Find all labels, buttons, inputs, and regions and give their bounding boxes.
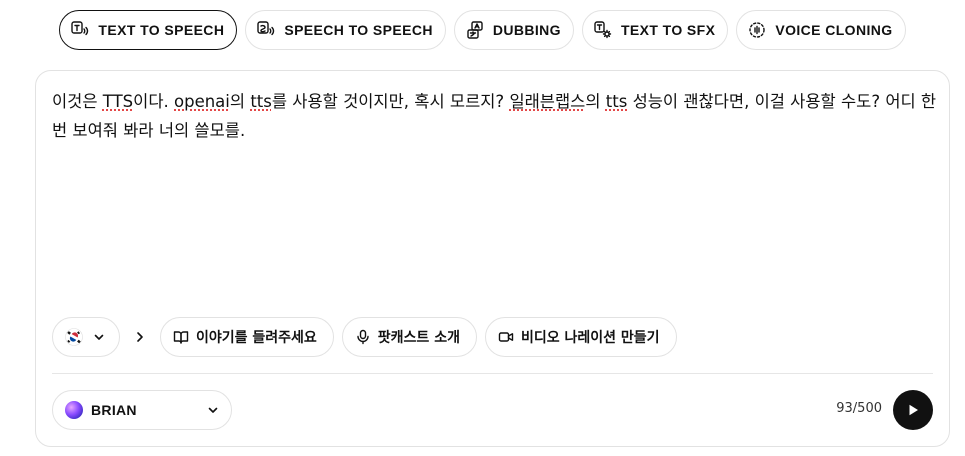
chevron-down-icon <box>94 334 104 340</box>
suggestion-bar: 이야기를 들려주세요 팟캐스트 소개 비디오 나레이션 만들기 <box>52 317 677 357</box>
text-input-area[interactable]: 이것은 TTS이다. openai의 tts를 사용할 것이지만, 혹시 모르지… <box>52 87 937 145</box>
voice-avatar <box>65 401 83 419</box>
tab-label: TEXT TO SPEECH <box>98 22 225 38</box>
text-segment: 를 사용할 것이지만, 혹시 모르지? <box>271 92 510 111</box>
suggestion-label: 이야기를 들려주세요 <box>196 330 317 346</box>
tab-text-to-speech[interactable]: TEXT TO SPEECH <box>59 10 238 50</box>
text-segment: 이다. <box>133 92 174 111</box>
text-segment: 의 <box>229 92 251 111</box>
book-icon <box>173 331 189 344</box>
voice-name: BRIAN <box>91 402 137 418</box>
text-segment-misspelled: openai <box>174 92 230 111</box>
suggestion-label: 팟캐스트 소개 <box>377 330 460 346</box>
text-segment-misspelled: tts <box>250 92 272 111</box>
chevron-right-icon[interactable] <box>128 317 152 357</box>
text-segment-misspelled: tts <box>605 92 628 111</box>
suggestion-video-narration[interactable]: 비디오 나레이션 만들기 <box>484 317 677 357</box>
voice-cloning-icon <box>749 22 766 38</box>
text-segment: 의 <box>585 92 606 111</box>
tab-label: VOICE CLONING <box>775 22 893 38</box>
language-selector[interactable] <box>52 317 120 357</box>
tab-label: TEXT TO SFX <box>620 22 716 38</box>
tab-voice-cloning[interactable]: VOICE CLONING <box>736 10 906 50</box>
tab-label: SPEECH TO SPEECH <box>284 22 433 38</box>
south-korea-flag-icon <box>65 328 83 346</box>
voice-selector[interactable]: BRIAN <box>52 390 232 430</box>
play-icon <box>909 404 918 416</box>
tts-editor-card: 이것은 TTS이다. openai의 tts를 사용할 것이지만, 혹시 모르지… <box>35 70 950 447</box>
suggestion-podcast-intro[interactable]: 팟캐스트 소개 <box>341 317 477 357</box>
speech-to-speech-icon <box>257 21 275 36</box>
text-to-speech-icon <box>71 21 89 36</box>
suggestion-label: 비디오 나레이션 만들기 <box>520 330 660 346</box>
text-segment: 이것은 <box>52 92 103 111</box>
play-button[interactable] <box>893 390 933 430</box>
tab-dubbing[interactable]: DUBBING <box>453 10 574 50</box>
tab-speech-to-speech[interactable]: SPEECH TO SPEECH <box>245 10 446 50</box>
text-to-sfx-icon <box>594 21 612 39</box>
video-icon <box>498 332 514 342</box>
dubbing-icon <box>467 21 483 39</box>
divider <box>52 373 933 374</box>
microphone-icon <box>357 329 369 345</box>
suggestion-tell-story[interactable]: 이야기를 들려주세요 <box>160 317 334 357</box>
character-count: 93/500 <box>836 401 882 416</box>
text-segment-misspelled: 일래븐랩스 <box>509 92 586 111</box>
chevron-down-icon <box>208 407 218 413</box>
text-segment-misspelled: TTS <box>102 92 134 111</box>
tab-text-to-sfx[interactable]: TEXT TO SFX <box>581 10 729 50</box>
tab-label: DUBBING <box>492 22 561 38</box>
mode-tabs: TEXT TO SPEECH SPEECH TO SPEECH DUBBING … <box>0 10 965 50</box>
